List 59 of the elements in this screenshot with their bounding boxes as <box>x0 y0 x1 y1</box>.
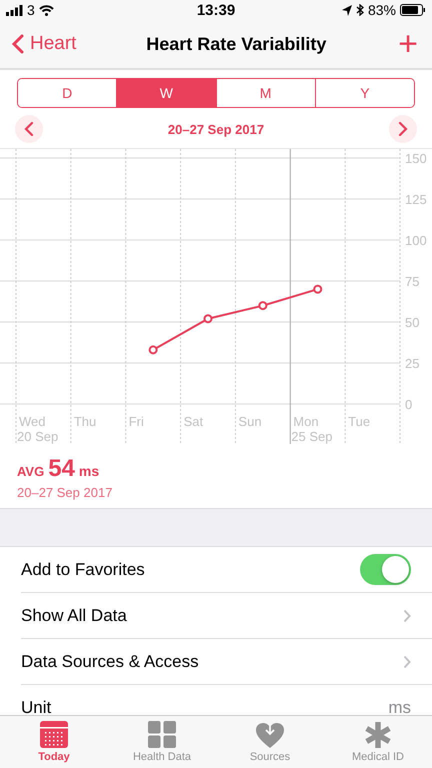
toggle-switch[interactable] <box>360 554 411 585</box>
data-point <box>148 345 158 354</box>
axis-label: Sun <box>238 414 262 429</box>
axis-label: 100 <box>405 233 427 248</box>
average-label: AVG <box>17 464 44 479</box>
data-point <box>204 314 212 324</box>
chevron-right-icon <box>403 608 411 622</box>
asterisk-icon <box>364 721 392 748</box>
grid-icon <box>148 721 176 748</box>
axis-label: Tue <box>348 414 370 429</box>
average-value: 54 <box>48 455 75 483</box>
row-label: Add to Favorites <box>21 560 145 580</box>
bluetooth-icon <box>356 4 364 16</box>
axis-label: 75 <box>405 274 420 289</box>
axis-label: 150 <box>405 151 427 166</box>
battery-percent: 83% <box>368 2 396 18</box>
tab-bar-item[interactable]: Sources <box>216 716 324 768</box>
axis-label: 50 <box>405 315 420 330</box>
next-button[interactable] <box>388 115 417 143</box>
battery-icon <box>400 4 426 16</box>
tab-bar-item[interactable]: Medical ID <box>324 716 432 768</box>
add-button[interactable]: + <box>396 27 420 61</box>
previous-button[interactable] <box>15 115 43 143</box>
data-point <box>258 301 268 310</box>
chevron-left-icon <box>12 34 24 54</box>
row-label: Unit <box>21 698 52 715</box>
date-range: 20–27 Sep 2017 <box>168 122 264 136</box>
axis-label: 0 <box>405 397 412 412</box>
data-point <box>313 284 322 294</box>
heart-icon <box>256 721 284 748</box>
chevron-right-icon <box>403 654 411 668</box>
axis-label: 20 Sep <box>17 429 58 444</box>
tab-bar-item[interactable]: Health Data <box>108 716 216 768</box>
row-label: Data Sources & Access <box>21 652 199 672</box>
chevron-left-icon <box>24 121 34 137</box>
row-label: Show All Data <box>21 606 127 626</box>
axis-label: 125 <box>405 192 427 207</box>
wifi-icon <box>38 4 54 16</box>
axis-label: Thu <box>74 414 96 429</box>
carrier-label: 3 <box>27 2 35 18</box>
status-time: 13:39 <box>196 2 236 18</box>
calendar-icon <box>40 721 68 748</box>
value-label: ms <box>388 698 411 715</box>
axis-label: 25 <box>405 356 420 371</box>
back-button[interactable]: Heart <box>12 33 76 55</box>
axis-label: Fri <box>128 414 144 429</box>
period-tab[interactable]: W <box>116 79 216 107</box>
axis-label: 25 Sep <box>291 429 332 444</box>
tab-bar-item[interactable]: Today <box>0 716 108 768</box>
period-tab[interactable]: Y <box>314 79 414 107</box>
axis-label: Wed <box>19 414 46 429</box>
chevron-right-icon <box>398 121 408 137</box>
axis-label: Mon <box>293 414 319 429</box>
location-icon <box>342 4 352 16</box>
axis-label: Sat <box>184 414 204 429</box>
screen-title: Heart Rate Variability <box>146 34 326 54</box>
signal-icon <box>6 4 23 16</box>
date-range: 20–27 Sep 2017 <box>17 485 114 500</box>
unit-label: ms <box>78 463 100 479</box>
